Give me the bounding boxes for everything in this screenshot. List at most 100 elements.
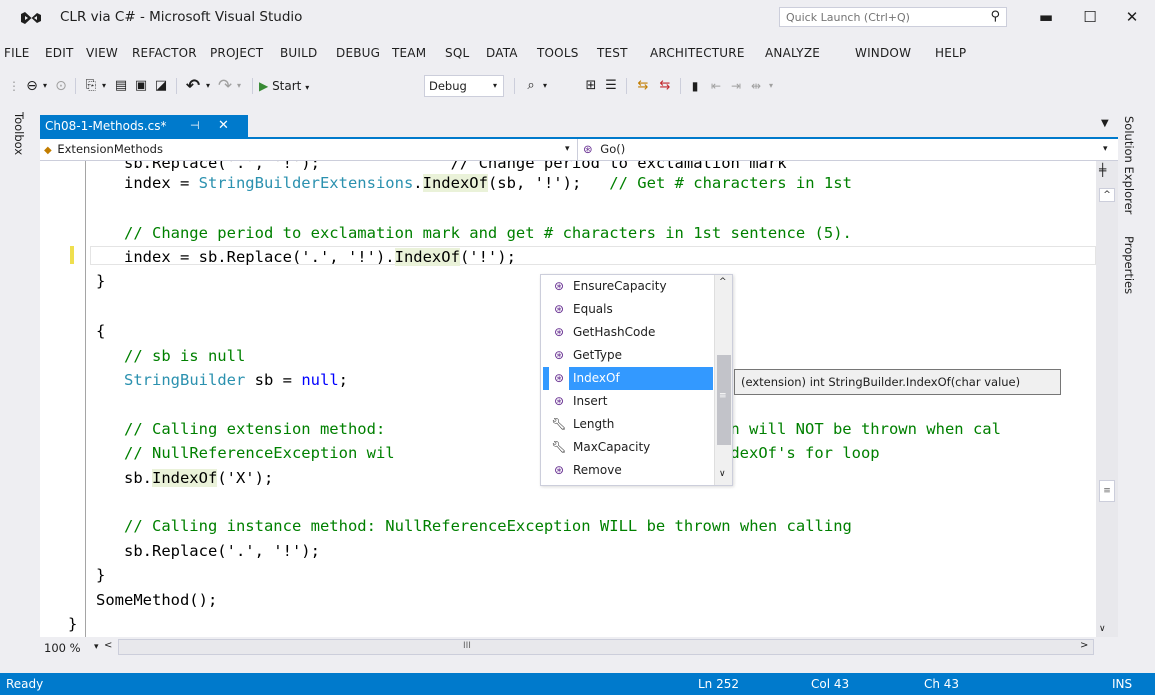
completion-item-selected[interactable]: ⊛ IndexOf [543,367,713,390]
quick-launch-box[interactable]: ⚲ [779,7,1007,27]
completion-item[interactable]: ⊛ Remove [543,459,713,482]
solution-explorer-tab[interactable]: Solution Explorer [1122,116,1136,214]
new-project-icon[interactable]: ⎘ [82,76,100,96]
menu-refactor[interactable]: REFACTOR [132,46,197,60]
properties-window-icon[interactable]: ☰ [602,76,620,96]
maximize-button[interactable]: ☐ [1076,6,1104,28]
open-file-icon[interactable]: ▤ [112,76,130,96]
extension-method-icon: ⊛ [549,367,569,390]
menu-tools[interactable]: TOOLS [537,46,579,60]
redo-icon[interactable]: ↷ [216,76,234,96]
comment-token: // Calling extension method: [124,420,386,438]
scroll-right-icon[interactable]: > [1080,640,1088,651]
completion-item[interactable]: ⊛ Equals [543,298,713,321]
bookmark-icon[interactable]: ▮ [688,76,702,96]
code-line: sb.IndexOf('X'); [40,468,273,488]
menu-help[interactable]: HELP [935,46,966,60]
redo-dropdown-icon[interactable]: ▾ [234,76,244,96]
code-line: // sb is null [40,346,245,366]
menu-data[interactable]: DATA [486,46,518,60]
toggle-breakpoint-icon[interactable]: ⇆ [634,76,652,96]
horizontal-scroll-thumb[interactable]: III [463,641,471,651]
class-icon: ◆ [44,145,52,156]
close-window-button[interactable]: ✕ [1118,6,1146,28]
clear-bookmarks-icon[interactable]: ⇆ [656,76,674,96]
start-debugging-button[interactable]: ▶ Start ▾ [259,76,339,96]
intellisense-completion-list[interactable]: ⊛ EnsureCapacity ⊛ Equals ⊛ GetHashCode ⊛ Ge… [540,274,733,486]
toolbar-separator [626,78,627,94]
completion-item[interactable]: ⊛ GetType [543,344,713,367]
close-tab-icon[interactable]: ✕ [218,115,229,137]
zoom-level[interactable]: 100 % [44,641,81,655]
scroll-up-icon[interactable]: ^ [719,277,727,287]
properties-tab[interactable]: Properties [1122,236,1136,294]
tab-overflow-chevron-icon[interactable]: ▼ [1101,118,1109,129]
menu-project[interactable]: PROJECT [210,46,263,60]
solution-explorer-icon[interactable]: ⊞ [582,76,600,96]
previous-bookmark-icon[interactable]: ⇤ [708,76,724,96]
scroll-down-icon[interactable]: ∨ [1099,624,1106,634]
clear-all-bookmarks-icon[interactable]: ⇹ [748,76,764,96]
quick-launch-input[interactable] [780,8,970,26]
document-tab-label: Ch08-1-Methods.cs* [45,119,167,133]
navigate-back-icon[interactable]: ⊖ [22,76,42,96]
menu-debug[interactable]: DEBUG [336,46,380,60]
completion-item[interactable]: ⊛ Insert [543,390,713,413]
scroll-thumb[interactable]: ≡ [1099,480,1115,502]
code-text: sb = [245,371,302,389]
completion-item[interactable]: ⊛ GetHashCode [543,321,713,344]
document-tab-active[interactable]: Ch08-1-Methods.cs* ⊣ ✕ [40,115,248,137]
toolbar-separator [75,78,76,94]
menu-team[interactable]: TEAM [392,46,426,60]
minimize-button[interactable]: ▬ [1032,6,1060,28]
completion-item[interactable]: ⊛ EnsureCapacity [543,275,713,298]
toolbar-options-icon[interactable]: ▾ [766,76,776,96]
save-icon[interactable]: ▣ [132,76,150,96]
status-insert-mode: INS [1112,677,1133,691]
completion-item[interactable]: 🔧︎ MaxCapacity [543,436,713,459]
search-icon[interactable]: ⚲ [990,9,1000,24]
menu-window[interactable]: WINDOW [855,46,911,60]
scroll-left-icon[interactable]: < [104,640,112,651]
scroll-down-icon[interactable]: ∨ [719,469,726,479]
menu-edit[interactable]: EDIT [45,46,74,60]
editor-horizontal-scrollbar[interactable] [118,639,1094,655]
type-selector-chevron-icon[interactable]: ▾ [565,139,570,160]
menu-file[interactable]: FILE [4,46,30,60]
status-text: Ready [6,677,44,691]
menu-test[interactable]: TEST [597,46,628,60]
undo-icon[interactable]: ↶ [184,76,202,96]
status-line: Ln 252 [698,677,740,691]
member-selector-dropdown[interactable]: ⊛ Go() [583,139,1118,160]
completion-item-label: GetType [573,348,622,362]
undo-dropdown-icon[interactable]: ▾ [203,76,213,96]
back-dropdown-icon[interactable]: ▾ [40,76,50,96]
new-project-dropdown-icon[interactable]: ▾ [99,76,109,96]
comment-token: // Calling instance method: NullReferenc… [40,517,852,535]
code-line: // NullReferenceException wil [40,443,395,463]
menu-analyze[interactable]: ANALYZE [765,46,820,60]
editor-vertical-scrollbar[interactable] [1096,161,1118,637]
member-selector-chevron-icon[interactable]: ▾ [1103,139,1108,160]
zoom-chevron-icon[interactable]: ▾ [94,642,99,652]
completion-scroll-thumb[interactable]: ≡ [717,355,731,445]
find-in-files-icon[interactable]: ⌕ [522,76,540,96]
toolbox-tab[interactable]: Toolbox [12,112,26,155]
save-all-icon[interactable]: ◪ [152,76,170,96]
next-bookmark-icon[interactable]: ⇥ [728,76,744,96]
menu-sql[interactable]: SQL [445,46,469,60]
scroll-up-icon[interactable]: ^ [1099,188,1115,202]
pin-tab-icon[interactable]: ⊣ [190,115,200,137]
menu-view[interactable]: VIEW [86,46,118,60]
type-selector-dropdown[interactable]: ◆ ExtensionMethods [40,139,578,160]
code-text: } [40,272,106,290]
split-window-icon[interactable]: ╪ [1099,163,1106,177]
code-line-fragment: ption will NOT be thrown when cal [693,419,1001,439]
menu-build[interactable]: BUILD [280,46,317,60]
completion-item[interactable]: 🔧︎ Length [543,413,713,436]
find-dropdown-icon[interactable]: ▾ [540,76,550,96]
solution-configuration-select[interactable]: Debug ▾ [424,75,504,97]
completion-list-scrollbar[interactable]: ^ ≡ ∨ [714,275,732,485]
menu-architecture[interactable]: ARCHITECTURE [650,46,745,60]
navigate-forward-icon[interactable]: ⊙ [52,76,70,96]
